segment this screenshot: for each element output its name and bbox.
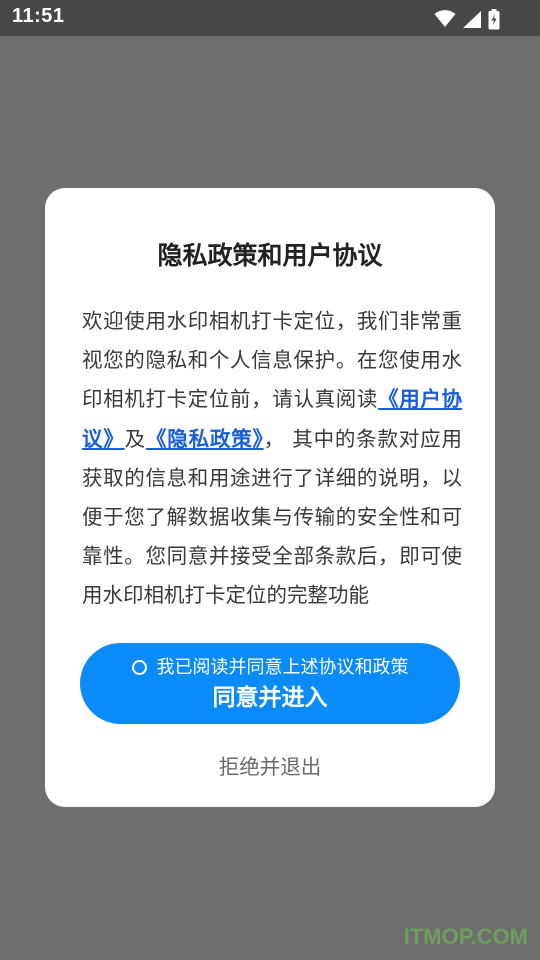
reject-and-exit-button[interactable]: 拒绝并退出 bbox=[180, 750, 360, 784]
signal-icon bbox=[462, 10, 482, 29]
wifi-icon bbox=[434, 10, 456, 28]
consent-radio-icon[interactable] bbox=[131, 660, 147, 675]
dialog-title: 隐私政策和用户协议 bbox=[157, 241, 383, 270]
status-bar: 11:51 bbox=[0, 0, 540, 36]
consent-checkbox-label: 我已阅读并同意上述协议和政策 bbox=[156, 657, 409, 678]
agree-button-label: 同意并进入 bbox=[212, 685, 328, 711]
status-time: 11:51 bbox=[12, 5, 65, 27]
privacy-policy-link[interactable]: 《隐私政策》 bbox=[146, 427, 264, 451]
watermark-text: ITMOP.COM bbox=[403, 924, 528, 949]
body-rest: ， 其中的条款对应用获取的信息和用途进行了详细的说明，以便于您了解数据收集与传输… bbox=[82, 426, 463, 608]
battery-charging-icon bbox=[488, 8, 500, 30]
agree-and-enter-button[interactable]: 我已阅读并同意上述协议和政策 同意并进入 bbox=[80, 643, 460, 724]
dialog-body-text: 欢迎使用水印相机打卡定位，我们非常重视您的隐私和个人信息保护。在您使用水印相机打… bbox=[82, 302, 462, 616]
consent-checkbox-row[interactable]: 我已阅读并同意上述协议和政策 bbox=[80, 656, 460, 680]
status-icons bbox=[434, 8, 500, 30]
body-conjunction: 及 bbox=[124, 426, 146, 451]
